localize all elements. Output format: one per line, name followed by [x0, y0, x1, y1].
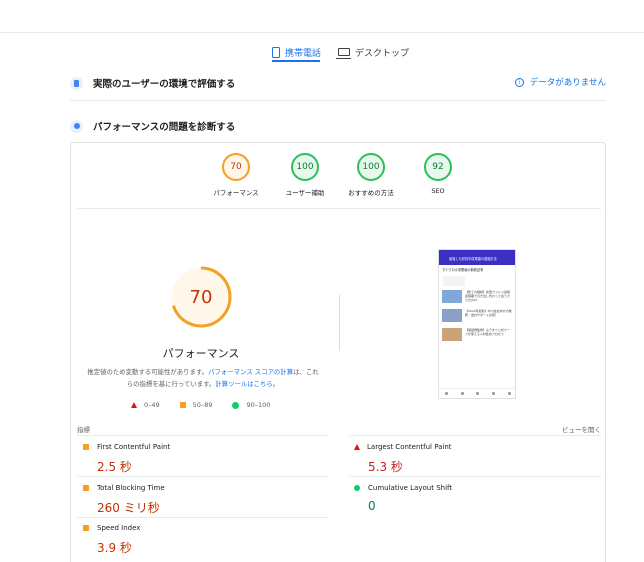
score-legend: 0–49 50–89 90–100	[131, 399, 290, 411]
legend-average: 50–89	[179, 401, 213, 409]
metric-lcp: Largest Contentful Paint 5.3 秒	[354, 443, 594, 475]
nav-dot	[492, 392, 496, 395]
report-card: 70 パフォーマンス 100 ユーザー補助 100 おすすめの方法 92 SEO…	[70, 142, 606, 562]
metric-divider	[349, 435, 601, 436]
article-title: 【総ての相談】新型ウイルス感染症時期で引き出し代わって最うざさ日のAI	[465, 290, 511, 302]
average-icon	[83, 444, 89, 450]
metric-divider	[349, 476, 601, 477]
gauge-label: ユーザー補助	[285, 189, 325, 197]
no-data-label: データがありません	[529, 78, 606, 88]
triangle-icon	[131, 402, 137, 408]
top-divider	[0, 32, 644, 33]
gauge-accessibility[interactable]: 100 ユーザー補助	[270, 153, 340, 197]
metric-cls: Cumulative Layout Shift 0	[354, 484, 594, 513]
metric-name: Largest Contentful Paint	[367, 443, 452, 451]
section-divider	[70, 100, 606, 101]
screenshot-article: 【保健師監修】もうすぐ公式ナースが使える人材集めプロセス	[442, 328, 512, 343]
article-thumbnail	[442, 309, 462, 322]
gauge-score: 70	[222, 153, 250, 181]
gauge-performance[interactable]: 70 パフォーマンス	[201, 153, 271, 197]
legend-pass: 90–100	[232, 401, 270, 409]
device-tabs: 携帯電話 デスクトップ	[0, 40, 644, 64]
gauge-label: SEO	[431, 187, 445, 195]
screenshot-placeholder	[443, 276, 465, 286]
nav-dot	[460, 392, 464, 395]
note-text-1: 推定値のため変動する可能性があります。	[87, 368, 209, 376]
metrics-header: 指標 ビューを開く	[77, 424, 601, 434]
diagnose-title: パフォーマンスの問題を診断する	[93, 122, 236, 133]
gauge-seo[interactable]: 92 SEO	[403, 153, 473, 195]
metric-fcp: First Contentful Paint 2.5 秒	[83, 443, 323, 475]
crux-section-header: 実際のユーザーの環境で評価する i データがありません	[70, 72, 606, 94]
active-tab-indicator	[272, 60, 320, 62]
calculator-link[interactable]: 計算ツールはこちら。	[215, 380, 279, 388]
fail-icon	[354, 444, 360, 450]
metric-value: 0	[368, 499, 376, 513]
metric-value: 260 ミリ秒	[97, 501, 160, 515]
legend-fail: 0–49	[131, 401, 160, 409]
legend-pass-range: 90–100	[246, 401, 271, 409]
metric-value: 2.5 秒	[97, 460, 132, 474]
square-icon	[179, 402, 186, 408]
article-thumbnail	[442, 328, 462, 341]
card-divider	[77, 208, 601, 209]
screenshot-title: マイクロ小事業後の新着記事	[442, 268, 484, 272]
info-icon: i	[514, 77, 524, 87]
average-icon	[83, 485, 89, 491]
gauge-label: おすすめの方法	[348, 189, 394, 197]
score-calc-link[interactable]: パフォーマンス スコアの計算	[208, 368, 293, 376]
screenshot-footer-nav	[439, 388, 515, 398]
metric-value: 5.3 秒	[368, 460, 403, 474]
gauge-score: 100	[357, 153, 385, 181]
performance-score-value: 70	[189, 286, 213, 308]
metric-name: Cumulative Layout Shift	[368, 484, 453, 492]
circle-icon	[232, 401, 240, 409]
tab-mobile-label: 携帯電話	[285, 48, 322, 59]
average-icon	[83, 525, 89, 531]
article-title: 【保健師監修】もうすぐ公式ナースが使える人材集めプロセス	[465, 328, 510, 336]
users-icon	[70, 76, 83, 90]
metric-value: 3.9 秒	[97, 541, 132, 555]
phone-icon	[272, 46, 280, 58]
gauge-label: パフォーマンス	[213, 189, 259, 197]
legend-average-range: 50–89	[192, 401, 213, 409]
crux-title: 実際のユーザーの環境で評価する	[93, 79, 236, 90]
category-gauges: 70 パフォーマンス 100 ユーザー補助 100 おすすめの方法 92 SEO	[71, 153, 607, 203]
article-thumbnail	[442, 290, 462, 303]
tab-desktop[interactable]: デスクトップ	[336, 40, 410, 64]
score-note: 推定値のため変動する可能性があります。パフォーマンス スコアの計算は、これらの指…	[85, 366, 321, 390]
tab-desktop-label: デスクトップ	[355, 48, 410, 59]
screenshot-header: 最強した好評中保育園の退園方法	[439, 250, 515, 265]
metric-name: First Contentful Paint	[97, 443, 171, 451]
nav-dot	[445, 392, 449, 395]
legend-fail-range: 0–49	[144, 401, 160, 409]
metric-divider	[77, 435, 329, 436]
metric-speed-index: Speed Index 3.9 秒	[83, 524, 323, 556]
nav-dot	[507, 392, 511, 395]
pass-icon	[354, 485, 360, 491]
metrics-heading: 指標	[77, 426, 90, 434]
vertical-divider	[339, 295, 340, 351]
screenshot-article: 【2024年最新】中小会社向けの税務・会計サポート比較！	[442, 309, 512, 324]
article-title: 【2024年最新】中小会社向けの税務・会計サポート比較！	[465, 309, 512, 317]
metric-tbt: Total Blocking Time 260 ミリ秒	[83, 484, 323, 516]
gauge-score: 100	[291, 153, 319, 181]
expand-view-button[interactable]: ビューを開く	[562, 424, 601, 434]
gauge-score: 92	[424, 153, 452, 181]
no-data-link[interactable]: i データがありません	[514, 76, 606, 88]
nav-dot	[476, 392, 480, 395]
performance-label: パフォーマンス	[162, 347, 240, 360]
laptop-icon	[336, 48, 351, 59]
metric-name: Total Blocking Time	[97, 484, 165, 492]
diagnose-section-header: パフォーマンスの問題を診断する	[70, 115, 606, 137]
gauge-best-practices[interactable]: 100 おすすめの方法	[336, 153, 406, 197]
metric-divider	[77, 517, 329, 518]
final-screenshot: 最強した好評中保育園の退園方法 マイクロ小事業後の新着記事 【総ての相談】新型ウ…	[438, 249, 516, 399]
metric-divider	[77, 476, 329, 477]
metric-name: Speed Index	[97, 524, 141, 532]
lighthouse-icon	[70, 119, 83, 133]
screenshot-article: 【総ての相談】新型ウイルス感染症時期で引き出し代わって最うざさ日のAI	[442, 290, 512, 305]
